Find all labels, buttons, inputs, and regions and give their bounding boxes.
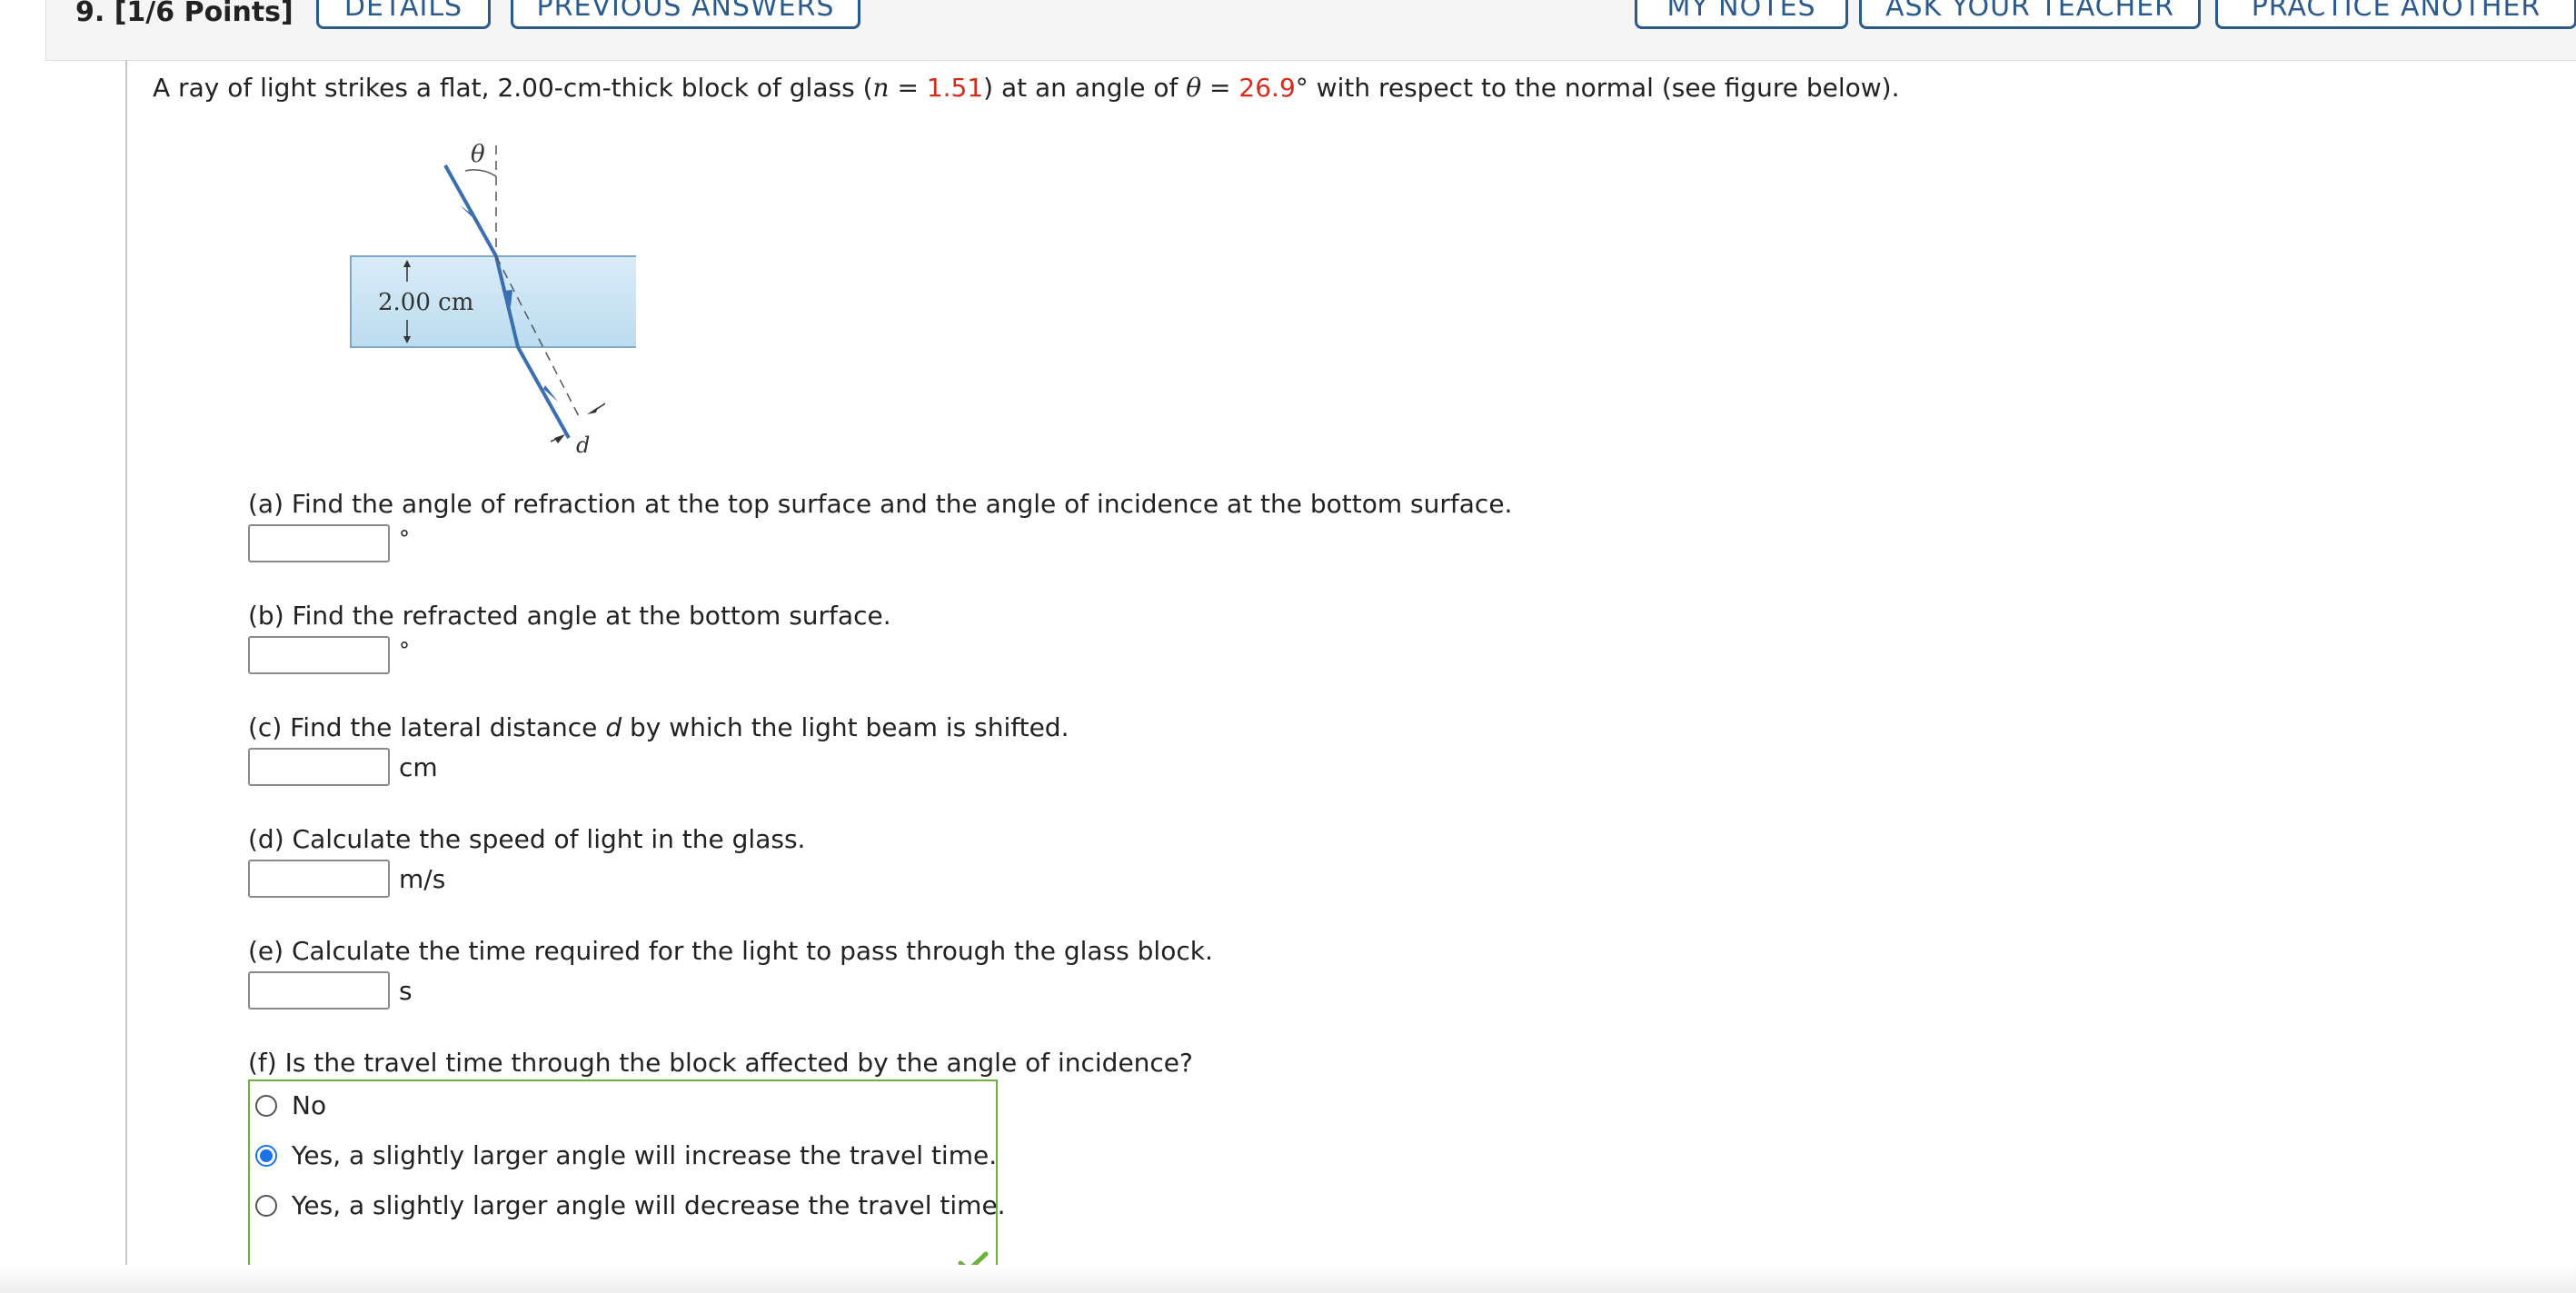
part-b-unit: ° [399, 638, 410, 663]
part-a-unit: ° [399, 526, 410, 552]
part-e-answer-input[interactable] [248, 971, 390, 1010]
part-e-question: (e) Calculate the time required for the … [248, 936, 1213, 966]
ask-your-teacher-button[interactable]: ASK YOUR TEACHER [1859, 0, 2201, 29]
content-left-border [125, 60, 127, 1293]
radio-increase-selected[interactable] [255, 1144, 277, 1167]
part-e: (e) Calculate the time required for the … [248, 936, 1213, 1010]
part-c-unit: cm [399, 751, 438, 782]
part-f-choices: No Yes, a slightly larger angle will inc… [248, 1079, 1006, 1285]
glass-block-figure: θ d 2.00 cm [350, 141, 636, 458]
question-number: 9. [1/6 Points] [75, 0, 293, 28]
part-d-unit: m/s [399, 863, 446, 894]
part-c-question: (c) Find the lateral distance d by which… [248, 712, 1069, 742]
radio-decrease[interactable] [255, 1194, 277, 1217]
practice-another-button[interactable]: PRACTICE ANOTHER [2215, 0, 2576, 29]
theta-arc [464, 169, 497, 177]
details-button[interactable]: DETAILS [316, 0, 491, 29]
previous-answers-button[interactable]: PREVIOUS ANSWERS [511, 0, 860, 29]
part-c-answer-input[interactable] [248, 748, 390, 786]
question-header: 9. [1/6 Points] DETAILS PREVIOUS ANSWERS… [45, 0, 2576, 61]
theta-label: θ [471, 141, 485, 168]
part-b-question: (b) Find the refracted angle at the bott… [248, 601, 891, 631]
emergent-ray [516, 346, 571, 439]
part-d: (d) Calculate the speed of light in the … [248, 824, 805, 898]
n-symbol: n [872, 73, 890, 103]
n-value: 1.51 [926, 73, 984, 103]
part-b-answer-input[interactable] [248, 636, 390, 674]
part-d-question: (d) Calculate the speed of light in the … [248, 824, 806, 854]
theta-value: 26.9 [1238, 73, 1296, 103]
thickness-label: 2.00 cm [378, 289, 473, 316]
problem-statement: A ray of light strikes a flat, 2.00-cm-t… [153, 73, 1900, 103]
part-f-question: (f) Is the travel time through the block… [248, 1048, 1193, 1078]
part-a-answer-input[interactable] [248, 524, 390, 562]
option-increase[interactable]: Yes, a slightly larger angle will increa… [255, 1140, 997, 1170]
my-notes-button[interactable]: MY NOTES [1635, 0, 1848, 29]
part-e-unit: s [399, 975, 413, 1006]
part-c: (c) Find the lateral distance d by which… [248, 712, 1069, 786]
option-decrease[interactable]: Yes, a slightly larger angle will decrea… [255, 1190, 1006, 1220]
d-label: d [576, 433, 590, 458]
part-f: (f) Is the travel time through the block… [248, 1048, 1193, 1078]
theta-symbol: θ [1186, 73, 1202, 103]
radio-no[interactable] [255, 1094, 277, 1117]
part-a: (a) Find the angle of refraction at the … [248, 489, 1512, 562]
bottom-shadow [0, 1265, 2576, 1293]
option-no[interactable]: No [255, 1090, 326, 1120]
part-a-question: (a) Find the angle of refraction at the … [248, 489, 1513, 519]
incident-ray [443, 164, 498, 257]
part-d-answer-input[interactable] [248, 860, 390, 898]
part-b: (b) Find the refracted angle at the bott… [248, 601, 891, 674]
